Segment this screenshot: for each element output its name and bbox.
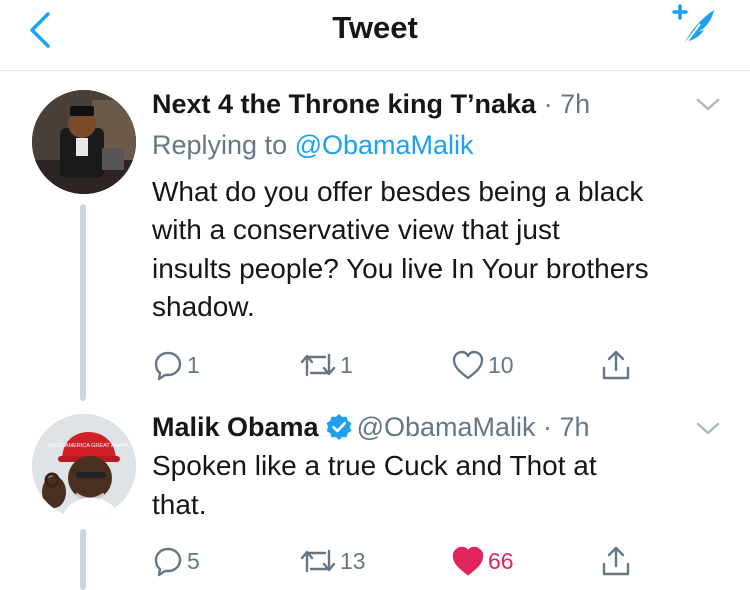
nav-header: Tweet — [0, 0, 750, 71]
retweet-button[interactable]: 13 — [299, 543, 366, 579]
user-handle[interactable]: @ObamaMalik — [357, 412, 536, 442]
replying-to: Replying to @ObamaMalik — [152, 125, 474, 165]
avatar[interactable] — [32, 90, 136, 194]
reply-button[interactable]: 1 — [152, 347, 200, 383]
replying-to-label: Replying to — [152, 130, 295, 160]
tweet-menu-button[interactable] — [692, 419, 724, 439]
like-button[interactable]: 66 — [451, 543, 514, 579]
heart-filled-icon — [452, 546, 484, 576]
retweet-icon — [300, 549, 336, 573]
separator: · — [535, 412, 560, 442]
reply-tweet-2[interactable]: MAKE AMERICA GREAT AGAIN Malik Obama @Ob… — [0, 401, 750, 590]
reply-count: 1 — [187, 352, 200, 378]
reply-count: 5 — [187, 548, 200, 574]
tweet-menu-button[interactable] — [692, 95, 724, 115]
reply-icon — [154, 351, 182, 381]
tweet-text-line: with a conservative view that just — [152, 214, 560, 245]
retweet-count: 1 — [340, 352, 353, 378]
display-name[interactable]: Malik Obama — [152, 412, 319, 442]
feather-compose-icon — [672, 4, 714, 49]
reply-tweet-1[interactable]: Next 4 the Throne king T’naka · 7h Reply… — [0, 71, 750, 401]
heart-icon — [452, 350, 484, 380]
retweet-button[interactable]: 1 — [299, 347, 353, 383]
retweet-count: 13 — [340, 548, 366, 574]
like-button[interactable]: 10 — [451, 347, 514, 383]
separator: · — [536, 89, 561, 119]
display-name[interactable]: Next 4 the Throne king T’naka — [152, 89, 536, 119]
thread-line — [80, 529, 86, 590]
tweet-text-line: What do you offer besdes being a black — [152, 176, 644, 207]
tweet-text-line: insults people? You live In Your brother… — [152, 253, 649, 284]
tweet-text-line: Spoken like a true Cuck and Thot at — [152, 450, 597, 481]
hat-text: MAKE AMERICA GREAT AGAIN — [48, 443, 128, 449]
reply-icon — [154, 547, 182, 577]
tweet-text-line: that. — [152, 489, 207, 520]
verified-badge-icon — [326, 414, 351, 440]
reply-button[interactable]: 5 — [152, 543, 200, 579]
timestamp[interactable]: 7h — [560, 412, 590, 442]
compose-tweet-button[interactable] — [664, 4, 724, 52]
like-count: 10 — [488, 352, 514, 378]
thread-line — [80, 204, 86, 401]
share-icon — [602, 546, 630, 576]
chevron-down-icon — [696, 98, 720, 111]
like-count: 66 — [488, 548, 514, 574]
tweet-header: Next 4 the Throne king T’naka · 7h — [152, 84, 590, 124]
retweet-icon — [300, 353, 336, 377]
share-button[interactable] — [600, 347, 632, 383]
avatar[interactable]: MAKE AMERICA GREAT AGAIN — [32, 414, 136, 518]
mention-link[interactable]: @ObamaMalik — [295, 130, 474, 160]
share-icon — [602, 350, 630, 380]
share-button[interactable] — [600, 543, 632, 579]
timestamp[interactable]: 7h — [560, 89, 590, 119]
chevron-down-icon — [696, 422, 720, 435]
page-title: Tweet — [332, 10, 418, 45]
tweet-header: Malik Obama @ObamaMalik · 7h — [152, 407, 590, 447]
photo-avatar-icon: MAKE AMERICA GREAT AGAIN — [32, 414, 136, 518]
tweet-text-line: shadow. — [152, 291, 255, 322]
cartoon-avatar-icon — [32, 90, 136, 194]
